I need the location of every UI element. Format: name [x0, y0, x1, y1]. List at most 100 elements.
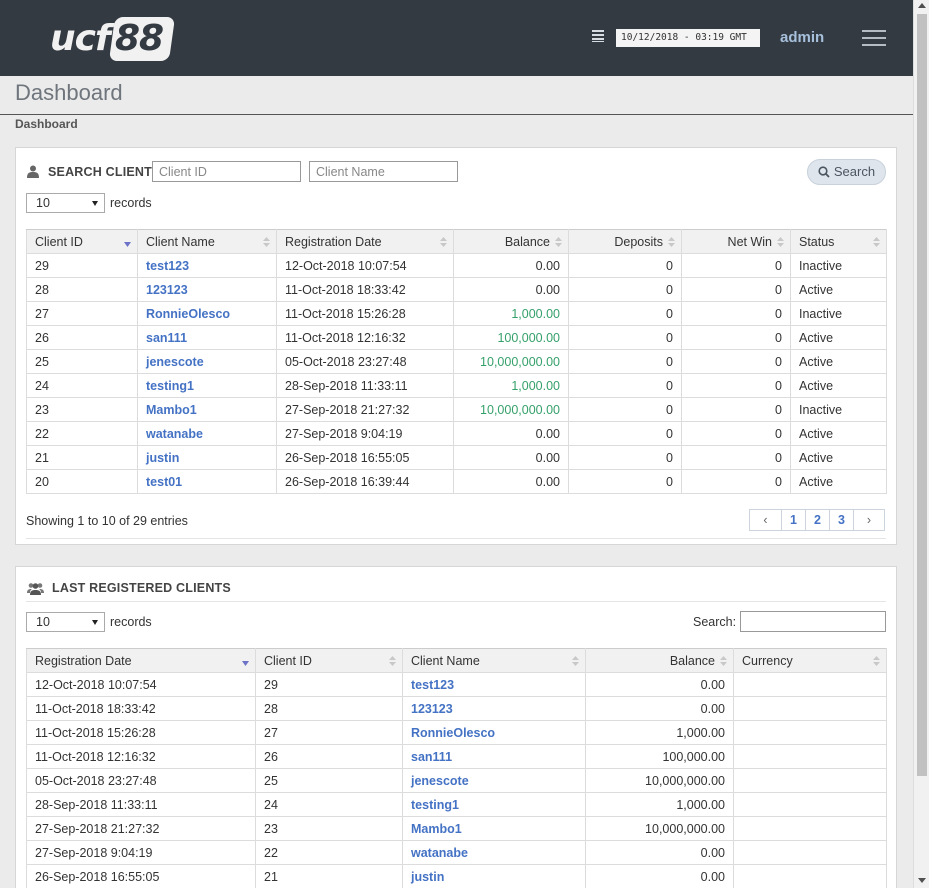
sort-desc-icon — [242, 661, 249, 666]
client-id-cell: 29 — [26, 253, 138, 278]
client-id-cell: 27 — [26, 301, 138, 326]
pager-next[interactable]: › — [853, 510, 884, 530]
client-name-link[interactable]: watanabe — [146, 427, 203, 441]
balance-cell: 0.00 — [585, 696, 734, 721]
column-header[interactable]: Net Win — [681, 229, 791, 254]
client-name-cell: san111 — [402, 744, 586, 769]
pager-page-2[interactable]: 2 — [805, 510, 829, 530]
client-id-cell: 26 — [255, 744, 403, 769]
client-name-link[interactable]: Mambo1 — [146, 403, 197, 417]
client-name-link[interactable]: watanabe — [411, 846, 468, 860]
client-name-cell: test123 — [402, 672, 586, 697]
currency-cell — [733, 840, 887, 865]
client-name-link[interactable]: testing1 — [411, 798, 459, 812]
balance-cell: 0.00 — [453, 421, 569, 446]
client-name-link[interactable]: test123 — [411, 678, 454, 692]
client-name-link[interactable]: san111 — [411, 750, 452, 764]
client-id-cell: 21 — [255, 864, 403, 888]
hamburger-menu-icon[interactable] — [862, 30, 886, 47]
client-name-link[interactable]: RonnieOlesco — [146, 307, 230, 321]
client-id-cell: 22 — [26, 421, 138, 446]
client-name-link[interactable]: testing1 — [146, 379, 194, 393]
table-row: 21 justin 26-Sep-2018 16:55:05 0.00 0 0 Active — [26, 445, 887, 470]
column-header[interactable]: Client Name — [137, 229, 277, 254]
table-row: 28 123123 11-Oct-2018 18:33:42 0.00 0 0 Active — [26, 277, 887, 302]
client-name-link[interactable]: RonnieOlesco — [411, 726, 495, 740]
page-scrollbar[interactable] — [913, 0, 929, 888]
column-header[interactable]: Deposits — [568, 229, 682, 254]
client-id-cell: 22 — [255, 840, 403, 865]
client-name-input[interactable] — [309, 161, 458, 182]
sort-icon — [777, 237, 784, 247]
client-name-cell: Mambo1 — [137, 397, 277, 422]
deposits-cell: 0 — [568, 397, 682, 422]
scroll-up-icon[interactable] — [918, 3, 926, 8]
client-id-cell: 20 — [26, 469, 138, 494]
pager-prev[interactable]: ‹ — [750, 510, 781, 530]
registration-date-cell: 26-Sep-2018 16:39:44 — [276, 469, 454, 494]
balance-cell: 10,000,000.00 — [585, 768, 734, 793]
client-name-link[interactable]: jenescote — [411, 774, 469, 788]
column-header[interactable]: Status — [790, 229, 887, 254]
client-name-link[interactable]: justin — [146, 451, 179, 465]
search-button[interactable]: Search — [807, 159, 886, 185]
search-icon — [818, 166, 830, 178]
client-name-link[interactable]: test01 — [146, 475, 182, 489]
column-header[interactable]: Client ID — [255, 648, 403, 673]
column-header[interactable]: Balance — [453, 229, 569, 254]
table-row: 27 RonnieOlesco 11-Oct-2018 15:26:28 1,000.… — [26, 301, 887, 326]
column-header[interactable]: Currency — [733, 648, 887, 673]
registration-date-cell: 11-Oct-2018 15:26:28 — [26, 720, 256, 745]
registration-date-cell: 05-Oct-2018 23:27:48 — [276, 349, 454, 374]
net-win-cell: 0 — [681, 349, 791, 374]
client-id-cell: 29 — [255, 672, 403, 697]
table-row: 12-Oct-2018 10:07:54 29 test123 0.00 — [26, 672, 887, 697]
currency-cell — [733, 816, 887, 841]
table-row: 24 testing1 28-Sep-2018 11:33:11 1,000.00 0 0… — [26, 373, 887, 398]
client-name-link[interactable]: test123 — [146, 259, 189, 273]
client-name-link[interactable]: Mambo1 — [411, 822, 462, 836]
sort-icon — [668, 237, 675, 247]
column-header[interactable]: Registration Date — [26, 648, 256, 673]
net-win-cell: 0 — [681, 325, 791, 350]
sort-desc-icon — [124, 242, 131, 247]
deposits-cell: 0 — [568, 253, 682, 278]
deposits-cell: 0 — [568, 445, 682, 470]
column-header[interactable]: Client ID — [26, 229, 138, 254]
client-name-link[interactable]: 123123 — [146, 283, 188, 297]
table-row: 26-Sep-2018 16:55:05 21 justin 0.00 — [26, 864, 887, 888]
registration-date-cell: 27-Sep-2018 21:27:32 — [26, 816, 256, 841]
net-win-cell: 0 — [681, 373, 791, 398]
column-header[interactable]: Client Name — [402, 648, 586, 673]
ucf88-logo[interactable]: ucf 88 — [50, 17, 176, 63]
status-cell: Active — [790, 469, 887, 494]
column-header[interactable]: Registration Date — [276, 229, 454, 254]
column-header[interactable]: Balance — [585, 648, 734, 673]
net-win-cell: 0 — [681, 301, 791, 326]
client-name-link[interactable]: jenescote — [146, 355, 204, 369]
user-menu[interactable]: admin — [780, 29, 824, 47]
search-input[interactable] — [740, 611, 886, 632]
status-cell: Active — [790, 445, 887, 470]
client-name-link[interactable]: justin — [411, 870, 444, 884]
scroll-down-icon[interactable] — [918, 878, 926, 883]
breadcrumb[interactable]: Dashboard — [15, 117, 78, 131]
page-title: Dashboard — [15, 80, 123, 105]
client-name-link[interactable]: san111 — [146, 331, 187, 345]
status-cell: Active — [790, 421, 887, 446]
table-row: 11-Oct-2018 15:26:28 27 RonnieOlesco 1,000.… — [26, 720, 887, 745]
page-size-select[interactable]: 10 — [26, 612, 105, 632]
page-size-select[interactable]: 10 — [26, 193, 105, 213]
sort-icon — [440, 237, 447, 247]
net-win-cell: 0 — [681, 253, 791, 278]
scrollbar-thumb[interactable] — [917, 14, 927, 776]
table-row: 22 watanabe 27-Sep-2018 9:04:19 0.00 0 0 Activ… — [26, 421, 887, 446]
pager-page-1[interactable]: 1 — [781, 510, 805, 530]
net-win-cell: 0 — [681, 421, 791, 446]
client-name-link[interactable]: 123123 — [411, 702, 453, 716]
sort-icon — [873, 237, 880, 247]
page-size-value: 10 — [36, 196, 50, 210]
registration-date-cell: 12-Oct-2018 10:07:54 — [276, 253, 454, 278]
pager-page-3[interactable]: 3 — [829, 510, 853, 530]
client-id-input[interactable] — [152, 161, 301, 182]
